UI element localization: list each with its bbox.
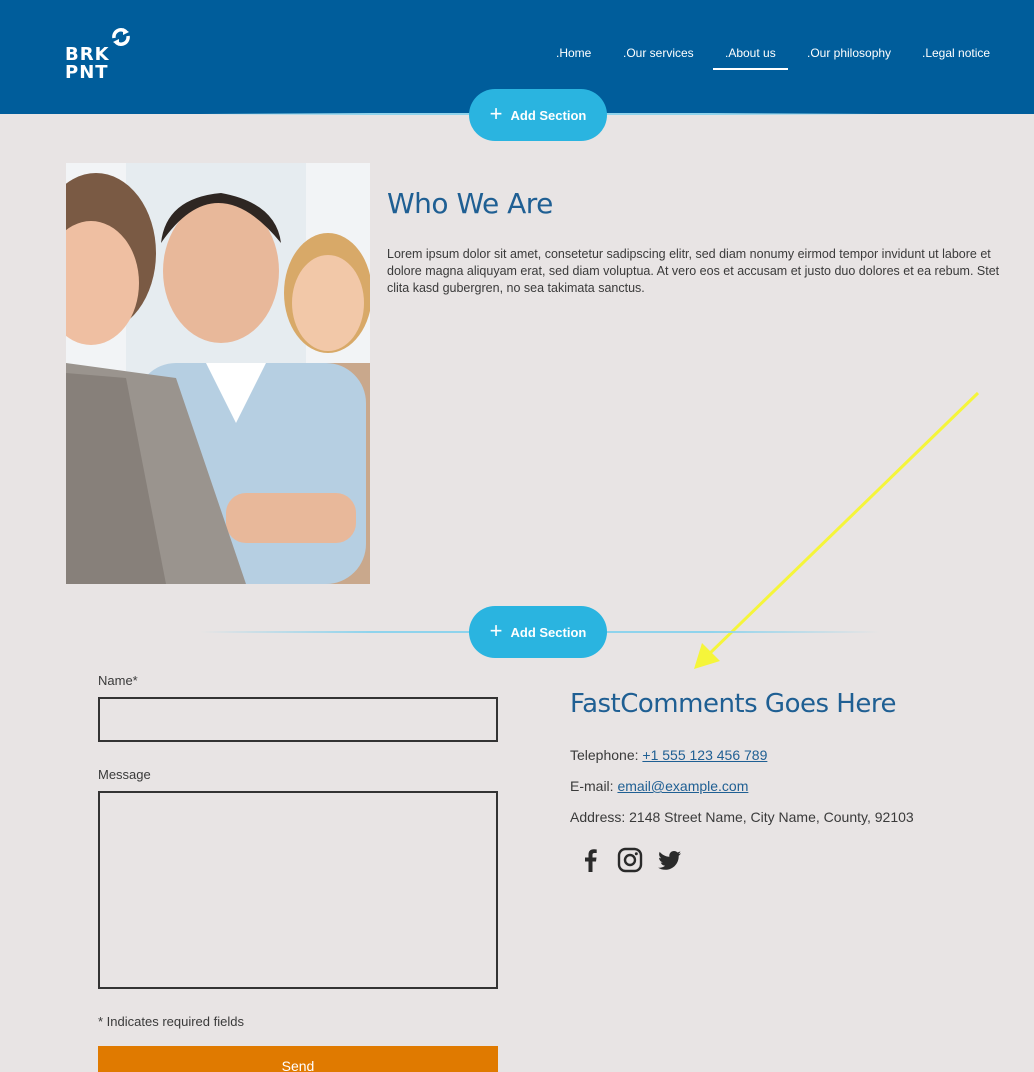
twitter-icon[interactable] [656,846,684,874]
telephone-link[interactable]: +1 555 123 456 789 [642,747,767,763]
nav-item-our-philosophy[interactable]: .Our philosophy [807,46,891,68]
address-label: Address: [570,809,626,825]
required-fields-note: * Indicates required fields [98,1014,244,1029]
add-section-button-middle[interactable]: + Add Section [469,606,607,658]
email-label: E-mail: [570,778,614,794]
contact-title: FastComments Goes Here [570,689,896,719]
nav-item-about-us[interactable]: .About us [713,46,788,70]
email-link[interactable]: email@example.com [617,778,748,794]
plus-icon: + [489,101,503,126]
main-nav: .Home .Our services .About us .Our philo… [0,46,1034,76]
message-label: Message [98,767,151,782]
address-row: Address: 2148 Street Name, City Name, Co… [570,809,914,825]
about-title: Who We Are [387,187,553,220]
instagram-icon[interactable] [616,846,644,874]
add-section-label: Add Section [510,624,587,640]
send-button[interactable]: Send [98,1046,498,1072]
team-photo [66,163,370,584]
plus-icon: + [489,618,503,643]
telephone-label: Telephone: [570,747,639,763]
name-label: Name* [98,673,138,688]
message-textarea[interactable] [98,791,498,989]
nav-item-our-services[interactable]: .Our services [623,46,694,68]
nav-item-legal-notice[interactable]: .Legal notice [922,46,990,68]
add-section-label: Add Section [510,107,587,123]
email-row: E-mail: email@example.com [570,778,748,794]
add-section-button-top[interactable]: + Add Section [469,89,607,141]
nav-item-home[interactable]: .Home [556,46,591,68]
facebook-icon[interactable] [577,846,605,874]
refresh-logo-icon [112,28,130,46]
about-body: Lorem ipsum dolor sit amet, consetetur s… [387,247,1000,295]
annotation-arrow-icon [694,391,980,669]
address-value: 2148 Street Name, City Name, County, 921… [629,809,914,825]
telephone-row: Telephone: +1 555 123 456 789 [570,747,767,763]
name-input[interactable] [98,697,498,742]
